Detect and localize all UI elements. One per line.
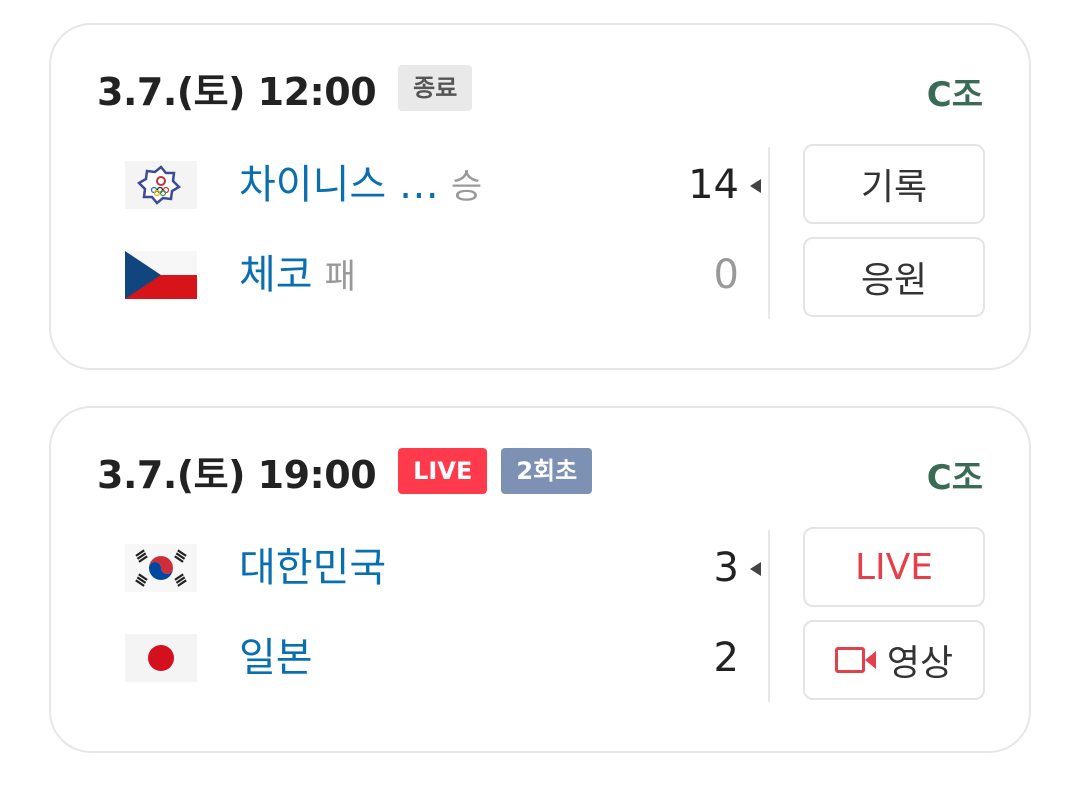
divider [768, 147, 770, 319]
live-button[interactable]: LIVE [803, 527, 985, 607]
team-name-link[interactable]: 대한민국 [239, 538, 386, 598]
chinese-taipei-flag-icon [125, 161, 197, 209]
result-label: 패 [324, 257, 356, 297]
inning-badge: 2회초 [501, 448, 593, 494]
team-score: 2 [714, 628, 739, 688]
video-button[interactable]: 영상 [803, 620, 985, 700]
team-score: 0 [714, 245, 739, 305]
team-name: 대한민국 [239, 545, 387, 591]
score-value: 14 [688, 162, 739, 208]
status-badge: 종료 [398, 65, 473, 111]
korea-flag-icon [125, 544, 197, 592]
cheer-button[interactable]: 응원 [803, 237, 985, 317]
leader-arrow-icon [750, 562, 761, 576]
team-name-link[interactable]: 일본 [239, 628, 313, 688]
game-header: 3.7.(토) 19:00 LIVE 2회초 [97, 446, 593, 497]
team-row[interactable]: 체코 패 0 [125, 245, 745, 305]
game-datetime: 3.7.(토) 19:00 [97, 452, 377, 497]
score-value: 0 [713, 252, 739, 298]
video-camera-icon [834, 645, 877, 675]
winner-arrow-icon [750, 179, 761, 193]
team-row[interactable]: 대한민국 3 [125, 538, 761, 598]
game-header: 3.7.(토) 12:00 종료 [97, 63, 473, 114]
team-name: 일본 [239, 635, 313, 681]
score-value: 3 [713, 545, 739, 591]
live-badge: LIVE [398, 448, 488, 494]
game-datetime: 3.7.(토) 12:00 [97, 69, 377, 114]
divider [768, 530, 770, 702]
japan-flag-icon [125, 634, 197, 682]
score-value: 2 [713, 635, 739, 681]
game-card[interactable]: 3.7.(토) 12:00 종료 C조 차이니스 … 승 14 체코 패 0 기… [49, 23, 1031, 370]
group-label: C조 [926, 458, 983, 498]
team-name-link[interactable]: 차이니스 … 승 [239, 155, 482, 215]
result-label: 승 [450, 167, 483, 207]
team-name: 체코 [239, 252, 313, 298]
group-label: C조 [926, 75, 983, 115]
team-score: 3 [713, 538, 761, 598]
team-name-link[interactable]: 체코 패 [239, 245, 356, 305]
czech-flag-icon [125, 251, 197, 299]
team-row[interactable]: 차이니스 … 승 14 [125, 155, 761, 215]
team-row[interactable]: 일본 2 [125, 628, 745, 688]
team-name: 차이니스 … [239, 162, 439, 208]
record-button[interactable]: 기록 [803, 144, 985, 224]
game-card[interactable]: 3.7.(토) 19:00 LIVE 2회초 C조 대한민국 3 일본 2 LI… [49, 406, 1031, 753]
team-score: 14 [688, 155, 761, 215]
video-button-label: 영상 [886, 643, 954, 684]
